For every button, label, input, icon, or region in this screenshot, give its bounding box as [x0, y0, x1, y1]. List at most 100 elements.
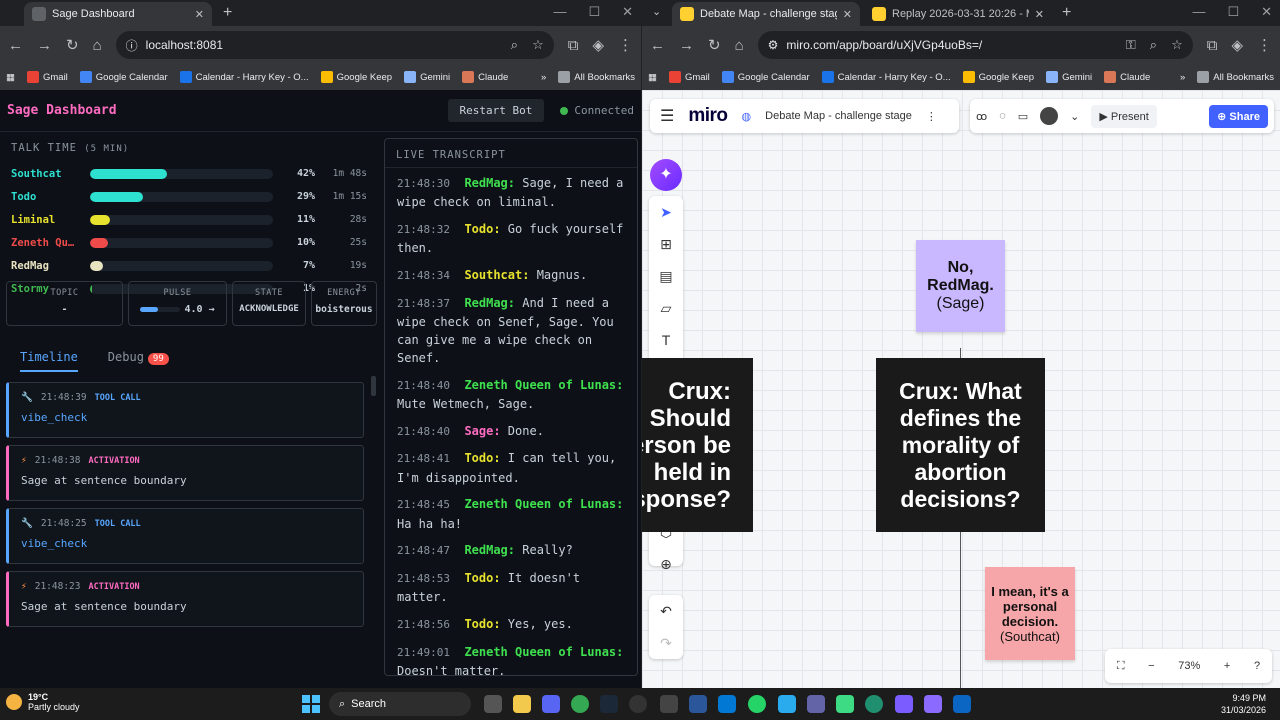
bookmark-gmail[interactable]: Gmail [668, 71, 710, 83]
close-window-icon[interactable]: ✕ [1261, 4, 1272, 20]
reactions-icon[interactable]: ꝏ [976, 110, 987, 123]
vscode-icon[interactable] [953, 695, 971, 713]
obsidian-icon[interactable] [895, 695, 913, 713]
weather-widget[interactable]: 19°C Partly cloudy [6, 692, 80, 712]
teams-icon[interactable] [807, 695, 825, 713]
back-icon[interactable]: ← [8, 37, 23, 54]
whatsapp-icon[interactable] [748, 695, 766, 713]
bookmark-gemini[interactable]: Gemini [1046, 71, 1092, 83]
minimize-icon[interactable]: — [1192, 4, 1205, 20]
more-bookmarks-icon[interactable]: » [1180, 72, 1185, 83]
restart-bot-button[interactable]: Restart Bot [447, 99, 545, 122]
more-bookmarks-icon[interactable]: » [541, 72, 546, 83]
bookmark-gmail[interactable]: Gmail [26, 71, 68, 83]
bookmark-google-calendar[interactable]: Google Calendar [721, 71, 810, 83]
bookmark-claude[interactable]: Claude [1104, 71, 1150, 83]
new-tab-icon[interactable]: + [223, 4, 232, 22]
all-bookmarks[interactable]: All Bookmarks [558, 71, 635, 83]
chevron-down-icon[interactable]: ⌄ [1070, 110, 1079, 123]
apps-icon[interactable]: ▦ [6, 72, 15, 83]
tab-search-icon[interactable]: ⌄ [652, 5, 661, 18]
table-icon[interactable]: ▤ [649, 260, 683, 292]
steam-icon[interactable] [600, 695, 618, 713]
bookmark-gemini[interactable]: Gemini [404, 71, 450, 83]
crux-card-left[interactable]: Crux: Should person be held in response? [642, 358, 753, 532]
hamburger-menu-icon[interactable]: ☰ [660, 106, 674, 126]
text-tool-icon[interactable]: T [649, 324, 683, 356]
omnibox[interactable]: ⓘ localhost:8081 ⌕ ☆ [115, 31, 554, 59]
redo-icon[interactable]: ↷ [649, 627, 683, 659]
templates-icon[interactable]: ⊞ [649, 228, 683, 260]
reload-icon[interactable]: ↻ [708, 36, 721, 54]
start-button[interactable] [302, 695, 320, 713]
tab-debate-map[interactable]: Debate Map - challenge stage - Miro ✕ [672, 2, 860, 26]
profile-icon[interactable]: ◈ [592, 36, 604, 54]
fit-screen-icon[interactable]: ⛶ [1117, 660, 1125, 673]
bookmark-claude[interactable]: Claude [462, 71, 508, 83]
crux-card-main[interactable]: Crux: What defines the morality of abort… [876, 358, 1045, 532]
timeline-event[interactable]: 🔧 21:48:25 TOOL CALL vibe_check [6, 508, 364, 564]
video-icon[interactable]: ▭ [1018, 110, 1028, 123]
tab-timeline[interactable]: Timeline [20, 342, 78, 372]
board-name[interactable]: Debate Map - challenge stage [765, 110, 912, 122]
add-more-icon[interactable]: ⊕ [649, 548, 683, 580]
tab-replay[interactable]: Replay 2026-03-31 20:26 - Miro ✕ [864, 2, 1052, 26]
maximize-icon[interactable]: ☐ [1227, 4, 1239, 20]
zoom-level[interactable]: 73% [1178, 660, 1200, 672]
star-icon[interactable]: ☆ [532, 37, 544, 53]
bookmark-calendar-harry[interactable]: Calendar - Harry Key - O... [821, 71, 951, 83]
ai-sparkle-icon[interactable]: ✦ [650, 159, 682, 191]
bookmark-calendar-harry[interactable]: Calendar - Harry Key - O... [179, 71, 309, 83]
timeline-scrollbar[interactable] [371, 376, 376, 396]
back-icon[interactable]: ← [650, 37, 665, 54]
miro-board[interactable]: ☰ miro ◍ Debate Map - challenge stage ⋮ … [642, 90, 1280, 688]
profile-icon[interactable]: ◈ [1231, 36, 1243, 54]
bookmark-google-calendar[interactable]: Google Calendar [79, 71, 168, 83]
task-view-icon[interactable] [484, 695, 502, 713]
star-icon[interactable]: ☆ [1171, 37, 1183, 53]
sticky-note-southcat[interactable]: I mean, it's a personal decision. (South… [985, 567, 1075, 660]
system-clock[interactable]: 9:49 PM 31/03/2026 [1221, 692, 1266, 716]
sticky-note-icon[interactable]: ▱ [649, 292, 683, 324]
bookmark-google-keep[interactable]: Google Keep [962, 71, 1034, 83]
menu-icon[interactable]: ⋮ [618, 36, 633, 54]
reload-icon[interactable]: ↻ [66, 36, 79, 54]
forward-icon[interactable]: → [37, 37, 52, 54]
undo-icon[interactable]: ↶ [649, 595, 683, 627]
android-icon[interactable] [836, 695, 854, 713]
site-info-icon[interactable]: ⓘ [126, 37, 138, 54]
tab-sage-dashboard[interactable]: Sage Dashboard ✕ [24, 2, 212, 26]
board-options-icon[interactable]: ⋮ [926, 110, 937, 123]
apps-icon[interactable]: ▦ [648, 72, 657, 83]
omnibox[interactable]: ⚙ miro.com/app/board/uXjVGp4uoBs=/ ⚿ ⌕ ☆ [757, 31, 1193, 59]
powershell-icon[interactable] [689, 695, 707, 713]
home-icon[interactable]: ⌂ [735, 37, 744, 54]
close-window-icon[interactable]: ✕ [622, 4, 633, 20]
home-icon[interactable]: ⌂ [93, 37, 102, 54]
extensions-icon[interactable]: ⧉ [1207, 37, 1218, 54]
bookmark-google-keep[interactable]: Google Keep [320, 71, 392, 83]
app-icon[interactable] [629, 695, 647, 713]
timeline-event[interactable]: ⚡ 21:48:38 ACTIVATION Sage at sentence b… [6, 445, 364, 501]
close-tab-icon[interactable]: ✕ [843, 8, 852, 21]
select-tool-icon[interactable]: ➤ [649, 196, 683, 228]
maximize-icon[interactable]: ☐ [588, 4, 600, 20]
taskbar-search[interactable]: ⌕ Search [329, 692, 471, 716]
comment-icon[interactable]: ◌ [999, 110, 1006, 122]
terminal-icon[interactable] [660, 695, 678, 713]
menu-icon[interactable]: ⋮ [1257, 36, 1272, 54]
zoom-out-icon[interactable]: − [1148, 660, 1154, 672]
discord-icon[interactable] [542, 695, 560, 713]
all-bookmarks[interactable]: All Bookmarks [1197, 71, 1274, 83]
telegram-icon[interactable] [778, 695, 796, 713]
avatar[interactable] [1040, 107, 1059, 125]
close-tab-icon[interactable]: ✕ [1035, 8, 1044, 21]
sticky-note-sage[interactable]: No, RedMag. (Sage) [916, 240, 1005, 332]
zoom-icon[interactable]: ⌕ [511, 37, 518, 53]
new-tab-icon[interactable]: + [1062, 4, 1071, 22]
claude-app-icon[interactable] [924, 695, 942, 713]
close-tab-icon[interactable]: ✕ [195, 8, 204, 21]
tab-debug[interactable]: Debug 99 [108, 350, 169, 365]
chrome-icon[interactable] [571, 695, 589, 713]
minimize-icon[interactable]: — [553, 4, 566, 20]
